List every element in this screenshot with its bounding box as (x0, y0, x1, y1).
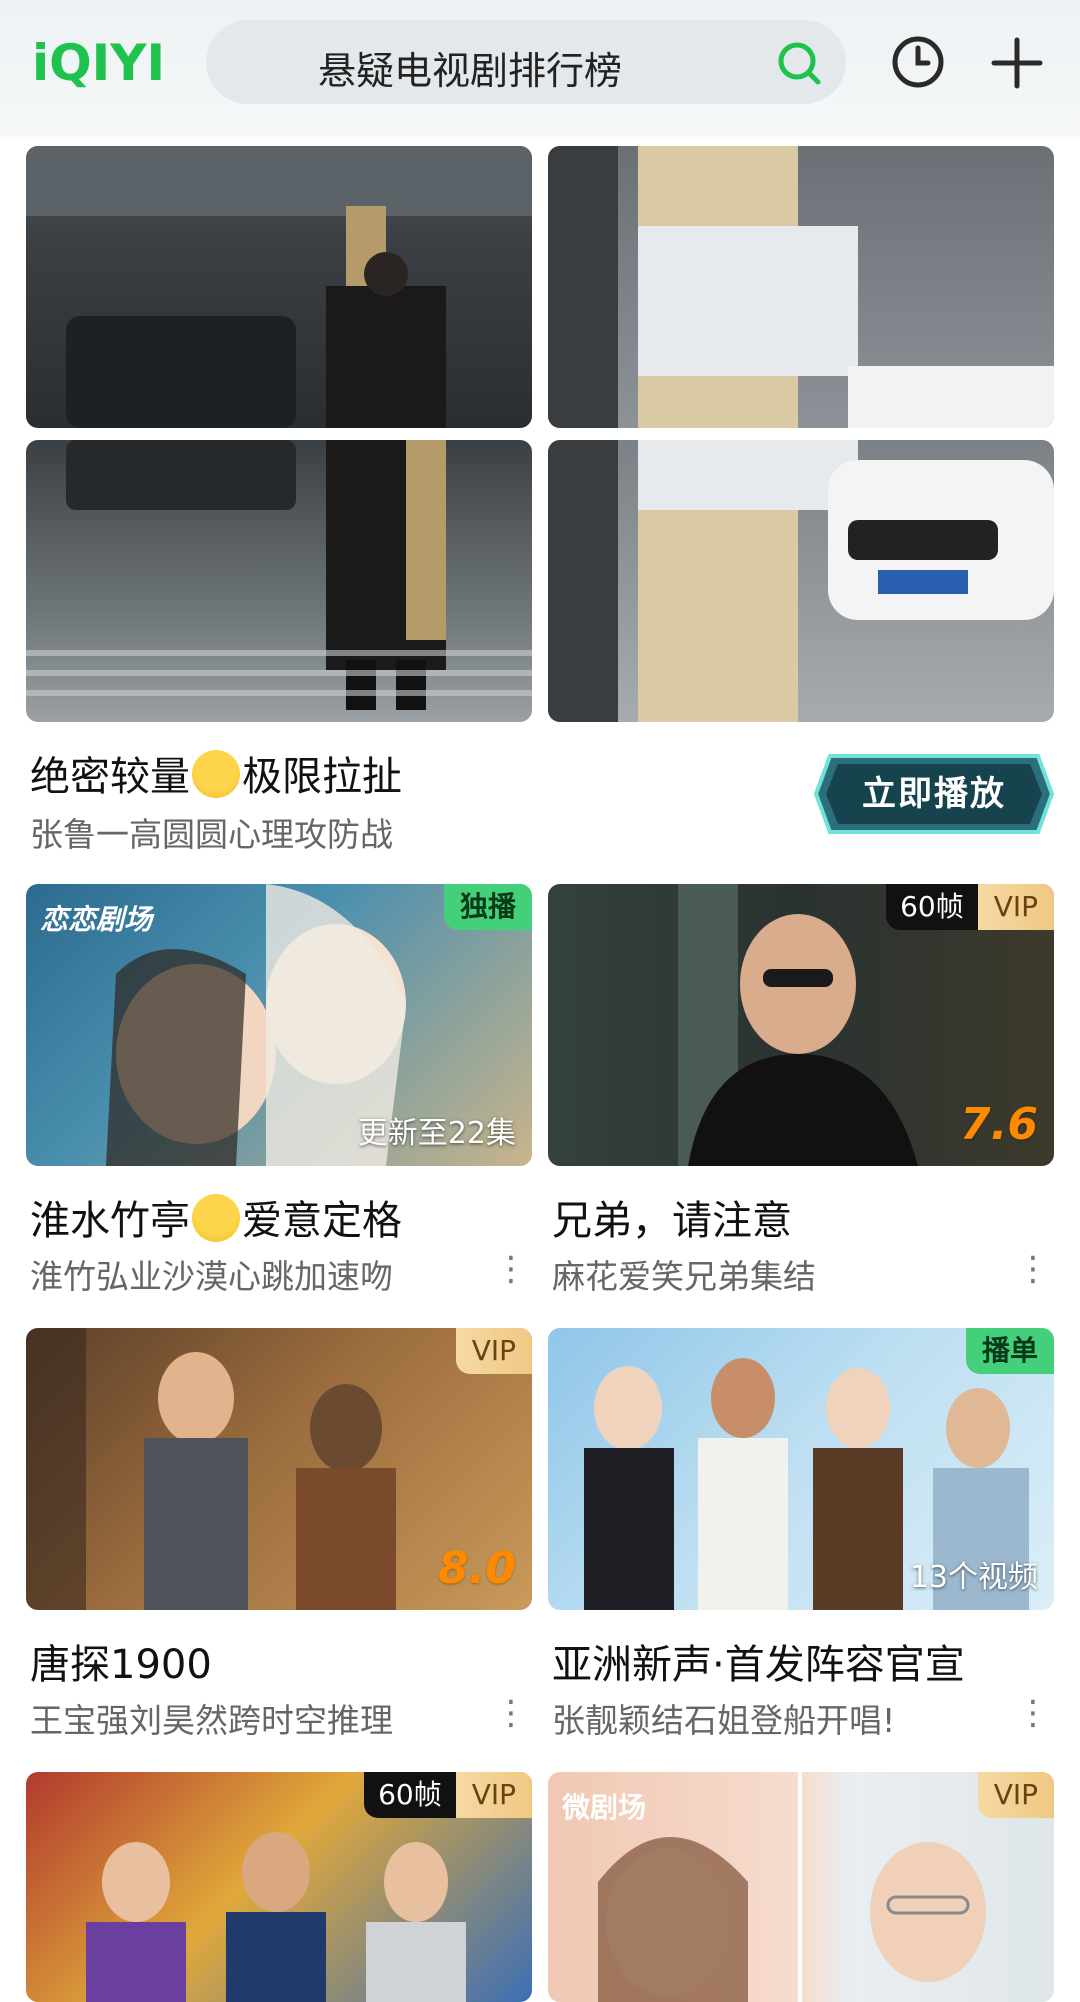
more-vertical-icon[interactable]: ⋮ (1016, 1696, 1050, 1730)
card-title-part2: 爱意定格 (242, 1198, 402, 1244)
more-vertical-icon[interactable]: ⋮ (494, 1696, 528, 1730)
rating-score: 7.6 (960, 1099, 1038, 1150)
video-card-title[interactable]: 亚洲新声·首发阵容官宣 (552, 1632, 965, 1690)
video-card-title[interactable]: 兄弟，请注意 (552, 1188, 792, 1246)
featured-title-part2: 极限拉扯 (242, 754, 402, 800)
iqiyi-logo[interactable]: iQIYI (32, 34, 165, 92)
video-card-thumbnail[interactable]: VIP 8.0 (26, 1328, 532, 1610)
featured-subtitle: 张鲁一高圆圆心理攻防战 (30, 815, 393, 854)
white-car-image (548, 440, 1054, 722)
video-card-thumbnail[interactable]: 60帧 VIP 7.6 (548, 884, 1054, 1166)
featured-title-part1: 绝密较量 (30, 754, 190, 800)
search-placeholder: 悬疑电视剧排行榜 (318, 49, 623, 93)
rating-score: 8.0 (438, 1543, 516, 1594)
video-card-thumbnail[interactable]: 微剧场 VIP (548, 1772, 1054, 2002)
vip-badge: VIP (977, 1772, 1054, 1818)
video-card-thumbnail[interactable]: 恋恋剧场 独播 更新至22集 (26, 884, 532, 1166)
exclusive-badge: 独播 (443, 884, 532, 930)
card-title-part1: 淮水竹亭 (30, 1198, 190, 1244)
video-card-title[interactable]: 唐探1900 (30, 1632, 212, 1690)
man-standing-image (26, 440, 532, 710)
featured-frame-tl[interactable] (26, 146, 532, 428)
search-bar[interactable]: 悬疑电视剧排行榜 (206, 20, 846, 104)
video-card-subtitle: 淮竹弘业沙漠心跳加速吻 (30, 1257, 393, 1296)
channel-logo: 恋恋剧场 (40, 903, 153, 936)
search-icon[interactable] (776, 40, 822, 86)
more-vertical-icon[interactable]: ⋮ (1016, 1252, 1050, 1286)
featured-frame-br[interactable] (548, 440, 1054, 722)
play-now-label: 立即播放 (862, 774, 1006, 814)
fps-badge: 60帧 (886, 884, 978, 930)
video-card-title[interactable]: 淮水竹亭 爱意定格 (30, 1188, 402, 1246)
video-card-subtitle: 麻花爱笑兄弟集结 (552, 1257, 816, 1296)
badge-group: 60帧 VIP (886, 884, 1054, 930)
play-now-button[interactable]: 立即播放 (813, 752, 1055, 836)
pillar-image (548, 146, 1054, 428)
fearful-face-emoji (192, 750, 240, 798)
video-card-subtitle: 王宝强刘昊然跨时空推理 (30, 1701, 393, 1740)
parking-garage-image (26, 146, 532, 428)
channel-logo: 微剧场 (562, 1791, 647, 1824)
kissing-face-emoji (192, 1194, 240, 1242)
fps-badge: 60帧 (364, 1772, 456, 1818)
featured-title[interactable]: 绝密较量 极限拉扯 (30, 744, 402, 802)
featured-frame-bl[interactable] (26, 440, 532, 722)
vip-badge: VIP (977, 884, 1054, 930)
video-card-thumbnail[interactable]: 60帧 VIP (26, 1772, 532, 2002)
vip-badge: VIP (455, 1772, 532, 1818)
playlist-badge: 播单 (965, 1328, 1054, 1374)
top-bar: iQIYI 悬疑电视剧排行榜 (0, 0, 1080, 134)
video-count-label: 13个视频 (909, 1560, 1038, 1595)
more-vertical-icon[interactable]: ⋮ (494, 1252, 528, 1286)
video-card-thumbnail[interactable]: 播单 13个视频 (548, 1328, 1054, 1610)
episode-update-label: 更新至22集 (357, 1116, 516, 1151)
vip-badge: VIP (455, 1328, 532, 1374)
plus-icon[interactable] (990, 36, 1044, 90)
badge-group: 60帧 VIP (364, 1772, 532, 1818)
video-card-subtitle: 张靓颖结石姐登船开唱! (552, 1701, 896, 1740)
clock-icon[interactable] (890, 34, 946, 90)
featured-frame-tr[interactable] (548, 146, 1054, 428)
